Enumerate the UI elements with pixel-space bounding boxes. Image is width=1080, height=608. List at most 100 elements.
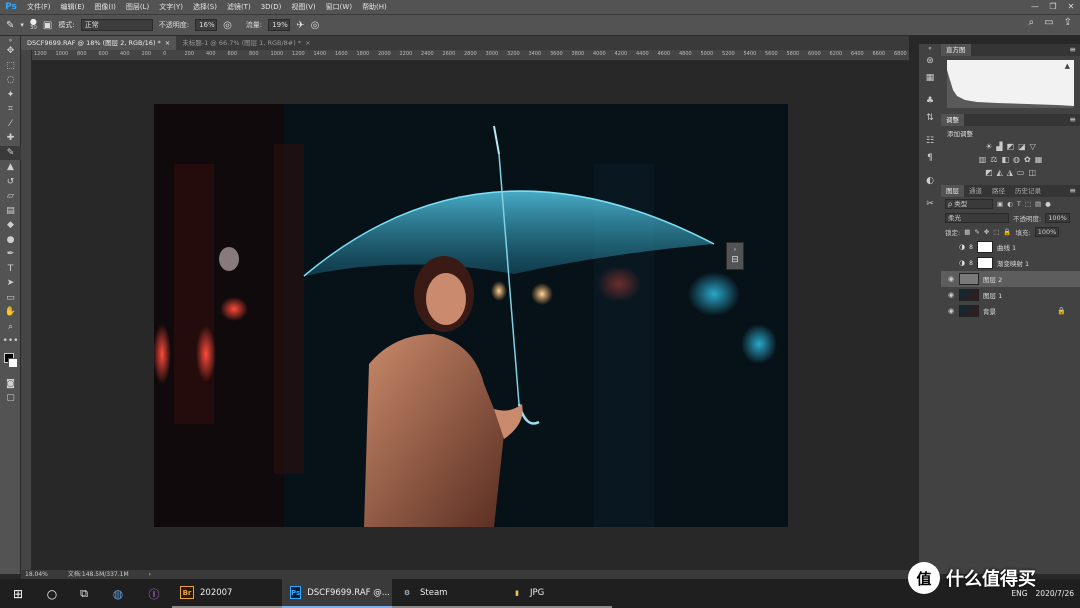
menu-view[interactable]: 视图(V) bbox=[286, 2, 320, 12]
windows-start-icon[interactable]: ⊞ bbox=[0, 579, 36, 608]
type-tool-icon[interactable]: T bbox=[0, 262, 21, 277]
taskbar-app-steam[interactable]: ⚙ Steam bbox=[392, 579, 502, 608]
eraser-tool-icon[interactable]: ▱ bbox=[0, 189, 21, 204]
floating-properties-panel[interactable]: » ⊟ bbox=[726, 242, 744, 270]
rectangle-tool-icon[interactable]: ▭ bbox=[0, 291, 21, 306]
clone-stamp-tool-icon[interactable]: ▲ bbox=[0, 160, 21, 175]
blur-tool-icon[interactable]: ◆ bbox=[0, 218, 21, 233]
channel-mixer-icon[interactable]: ✿ bbox=[1024, 155, 1031, 164]
document-image[interactable] bbox=[154, 104, 788, 527]
filter-shape-icon[interactable]: ⬚ bbox=[1025, 200, 1031, 208]
toolbar-collapse-icon[interactable]: » bbox=[0, 36, 21, 44]
task-view-icon[interactable]: ⧉ bbox=[68, 579, 100, 608]
browser-icon[interactable]: ◍ bbox=[100, 579, 136, 608]
brush-panel-icon[interactable]: ▣ bbox=[43, 20, 52, 31]
color-lookup-icon[interactable]: ▦ bbox=[1035, 155, 1043, 164]
gradient-map-icon[interactable]: ▭ bbox=[1017, 168, 1025, 177]
selective-color-icon[interactable]: ◫ bbox=[1028, 168, 1036, 177]
layer-opacity-field[interactable]: 100% bbox=[1045, 213, 1070, 223]
app-icon[interactable]: Ⓘ bbox=[136, 579, 172, 608]
more-tools-icon[interactable]: ••• bbox=[0, 334, 21, 349]
cortana-icon[interactable]: ○ bbox=[36, 579, 68, 608]
layer-thumbnail[interactable] bbox=[959, 305, 979, 317]
blend-mode-select[interactable]: 柔光 bbox=[945, 213, 1009, 223]
taskbar-app-folder[interactable]: ▮ JPG bbox=[502, 579, 612, 608]
paragraph-icon[interactable]: ¶ bbox=[919, 149, 941, 166]
layer-row-gradient-map[interactable]: ◑ 8 渐变映射 1 bbox=[941, 255, 1080, 271]
opacity-field[interactable]: 16% bbox=[195, 19, 218, 31]
menu-type[interactable]: 文字(Y) bbox=[154, 2, 188, 12]
layer-row-background[interactable]: ◉ 背景 🔒 bbox=[941, 303, 1080, 319]
menu-filter[interactable]: 滤镜(T) bbox=[222, 2, 256, 12]
eyedropper-tool-icon[interactable]: ⁄ bbox=[0, 117, 21, 132]
close-button[interactable]: ✕ bbox=[1062, 0, 1080, 14]
tool-presets-icon[interactable]: ⇅ bbox=[919, 109, 941, 126]
pressure-opacity-icon[interactable]: ◎ bbox=[223, 20, 232, 31]
fill-field[interactable]: 100% bbox=[1034, 227, 1060, 237]
exposure-icon[interactable]: ◪ bbox=[1018, 142, 1026, 151]
pen-tool-icon[interactable]: ✒ bbox=[0, 247, 21, 262]
tab-layers[interactable]: 图层 bbox=[941, 185, 964, 197]
filter-type-icon[interactable]: T bbox=[1017, 200, 1021, 208]
lock-all-icon[interactable]: 🔒 bbox=[1003, 228, 1011, 236]
photo-filter-icon[interactable]: ◍ bbox=[1013, 155, 1020, 164]
character-icon[interactable]: ☷ bbox=[919, 132, 941, 149]
filter-smart-icon[interactable]: ▤ bbox=[1035, 200, 1041, 208]
filter-pixel-icon[interactable]: ▣ bbox=[997, 200, 1003, 208]
menu-edit[interactable]: 编辑(E) bbox=[56, 2, 90, 12]
airbrush-icon[interactable]: ✈ bbox=[296, 20, 304, 31]
color-swatches[interactable] bbox=[0, 349, 21, 377]
info-icon[interactable]: ▦ bbox=[919, 69, 941, 86]
path-selection-tool-icon[interactable]: ➤ bbox=[0, 276, 21, 291]
screen-mode-icon[interactable]: ▢ bbox=[0, 391, 21, 406]
close-icon[interactable]: × bbox=[165, 39, 170, 47]
filter-toggle-icon[interactable]: ● bbox=[1045, 200, 1051, 208]
layer-name[interactable]: 背景 bbox=[983, 306, 996, 316]
levels-icon[interactable]: ▟ bbox=[996, 142, 1002, 151]
panel-menu-icon[interactable]: ≡ bbox=[1069, 185, 1076, 197]
posterize-icon[interactable]: ◭ bbox=[997, 168, 1003, 177]
tab-dscf9699[interactable]: DSCF9699.RAF @ 18% (图层 2, RGB/16) * × bbox=[21, 36, 177, 50]
taskbar-app-photoshop[interactable]: Ps DSCF9699.RAF @... bbox=[282, 579, 392, 608]
layer-mask-thumbnail[interactable] bbox=[976, 241, 993, 253]
close-icon[interactable]: × bbox=[305, 39, 310, 47]
workspace-icon[interactable]: ▭ bbox=[1044, 17, 1053, 28]
panel-collapse-icon[interactable]: « bbox=[919, 44, 941, 52]
eye-icon[interactable]: ◉ bbox=[947, 307, 955, 315]
minimize-button[interactable]: — bbox=[1026, 0, 1044, 14]
layer-name[interactable]: 渐变映射 1 bbox=[997, 258, 1029, 268]
eye-icon[interactable]: ◉ bbox=[947, 275, 955, 283]
history-brush-tool-icon[interactable]: ↺ bbox=[0, 175, 21, 190]
layer-mask-thumbnail[interactable] bbox=[976, 257, 993, 269]
gradient-tool-icon[interactable]: ▤ bbox=[0, 204, 21, 219]
crop-tool-icon[interactable]: ⌗ bbox=[0, 102, 21, 117]
warning-icon[interactable]: ▲ bbox=[1065, 62, 1070, 70]
dodge-tool-icon[interactable]: ● bbox=[0, 233, 21, 248]
menu-help[interactable]: 帮助(H) bbox=[357, 2, 392, 12]
magic-wand-tool-icon[interactable]: ✦ bbox=[0, 88, 21, 103]
properties-icon[interactable]: ⊟ bbox=[731, 255, 739, 265]
brush-tool-icon[interactable]: ✎ bbox=[6, 20, 14, 31]
status-menu-icon[interactable]: › bbox=[149, 570, 151, 579]
menu-image[interactable]: 图像(I) bbox=[89, 2, 121, 12]
mode-select[interactable]: 正常 bbox=[80, 19, 153, 31]
menu-select[interactable]: 选择(S) bbox=[188, 2, 222, 12]
layer-row-layer-1[interactable]: ◉ 图层 1 bbox=[941, 287, 1080, 303]
hand-tool-icon[interactable]: ✋ bbox=[0, 305, 21, 320]
vibrance-icon[interactable]: ▽ bbox=[1030, 142, 1036, 151]
layer-thumbnail[interactable] bbox=[959, 273, 979, 285]
curves-icon[interactable]: ◩ bbox=[1007, 142, 1015, 151]
healing-brush-tool-icon[interactable]: ✚ bbox=[0, 131, 21, 146]
chevron-down-icon[interactable]: ▾ bbox=[20, 21, 24, 29]
lock-transparent-icon[interactable]: ▦ bbox=[964, 228, 970, 236]
taskbar-app-bridge[interactable]: Br 202007 bbox=[172, 579, 282, 608]
layer-row-curves[interactable]: ◑ 8 曲线 1 bbox=[941, 239, 1080, 255]
tab-paths[interactable]: 路径 bbox=[987, 185, 1010, 197]
tab-histogram[interactable]: 直方图 bbox=[941, 44, 971, 56]
restore-button[interactable]: ❐ bbox=[1044, 0, 1062, 14]
tab-adjustments[interactable]: 调整 bbox=[941, 114, 964, 126]
libraries-icon[interactable]: ◐ bbox=[919, 172, 941, 189]
brush-tool-icon[interactable]: ✎ bbox=[0, 145, 21, 160]
menu-file[interactable]: 文件(F) bbox=[22, 2, 56, 12]
marquee-tool-icon[interactable]: ⬚ bbox=[0, 59, 21, 74]
